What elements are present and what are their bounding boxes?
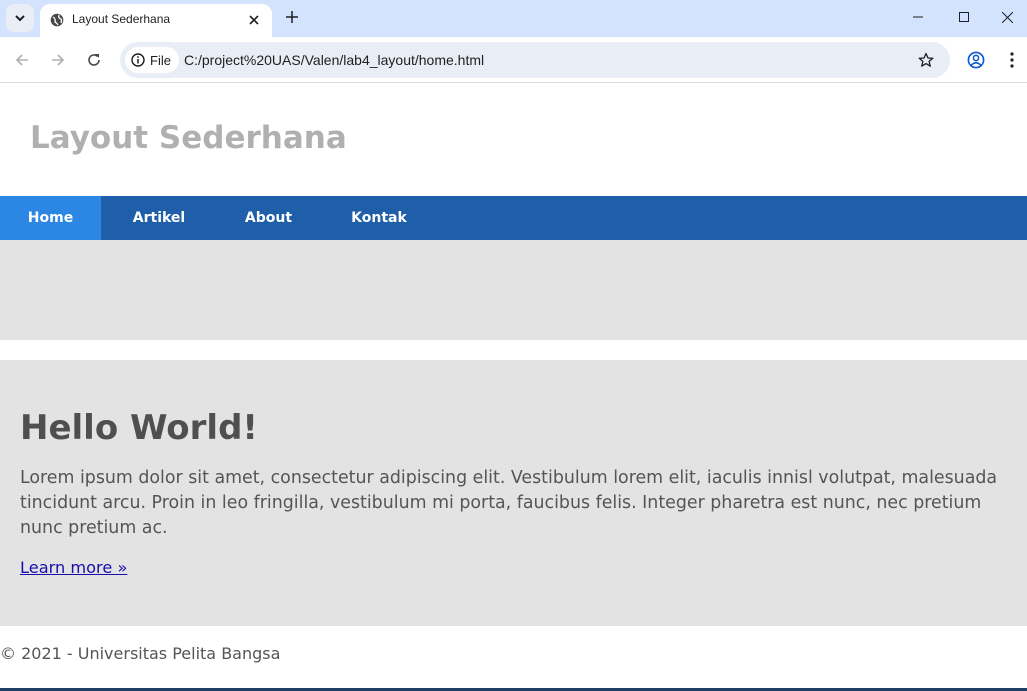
back-arrow-icon xyxy=(15,54,28,66)
nav-about[interactable]: About xyxy=(217,196,320,240)
star-icon xyxy=(918,52,934,67)
close-window-button[interactable] xyxy=(987,0,1027,34)
main-paragraph: Lorem ipsum dolor sit amet, consectetur … xyxy=(20,468,998,538)
profile-button[interactable] xyxy=(962,46,990,74)
info-icon xyxy=(131,53,145,67)
globe-icon xyxy=(50,13,64,27)
back-button[interactable] xyxy=(8,46,36,74)
maximize-icon xyxy=(959,12,969,22)
more-vert-icon xyxy=(1010,52,1014,68)
menu-button[interactable] xyxy=(998,46,1026,74)
tab-search-icon xyxy=(15,15,25,22)
tab-title: Layout Sederhana xyxy=(72,12,171,26)
close-window-icon xyxy=(1001,11,1013,23)
hero-panel xyxy=(0,240,1027,340)
site-nav: Home Artikel About Kontak xyxy=(0,196,1027,240)
site-header: Layout Sederhana xyxy=(0,84,1027,196)
tab-search-button[interactable] xyxy=(6,4,34,32)
nav-artikel[interactable]: Artikel xyxy=(106,196,212,240)
main-heading: Hello World! xyxy=(20,408,258,448)
tab-strip: Layout Sederhana xyxy=(0,0,1027,37)
address-bar[interactable]: File C:/project%20UAS/Valen/lab4_layout/… xyxy=(120,42,950,78)
browser-tab[interactable]: Layout Sederhana xyxy=(40,4,272,37)
site-info-label: File xyxy=(150,52,171,68)
minimize-button[interactable] xyxy=(895,0,941,34)
site-title: Layout Sederhana xyxy=(30,120,347,156)
tab-close-button[interactable] xyxy=(244,10,264,30)
reload-icon xyxy=(88,54,100,66)
new-tab-button[interactable] xyxy=(281,6,303,28)
bookmark-button[interactable] xyxy=(916,50,936,70)
browser-toolbar: File C:/project%20UAS/Valen/lab4_layout/… xyxy=(0,37,1027,83)
reload-button[interactable] xyxy=(80,46,108,74)
nav-kontak[interactable]: Kontak xyxy=(324,196,434,240)
site-footer: © 2021 - Universitas Pelita Bangsa xyxy=(0,626,1027,688)
footer-text: © 2021 - Universitas Pelita Bangsa xyxy=(0,644,281,663)
profile-icon xyxy=(967,51,985,69)
learn-more-link[interactable]: Learn more » xyxy=(20,558,127,577)
plus-icon xyxy=(286,11,298,23)
site-info-chip[interactable]: File xyxy=(125,47,179,73)
close-icon xyxy=(249,15,259,25)
page-viewport: Layout Sederhana Home Artikel About Kont… xyxy=(0,84,1027,691)
main-content: Hello World! Lorem ipsum dolor sit amet,… xyxy=(0,360,1027,626)
url-text[interactable]: C:/project%20UAS/Valen/lab4_layout/home.… xyxy=(184,52,484,68)
forward-button[interactable] xyxy=(44,46,72,74)
forward-arrow-icon xyxy=(52,54,65,66)
maximize-button[interactable] xyxy=(941,0,987,34)
minimize-icon xyxy=(913,16,923,18)
nav-home[interactable]: Home xyxy=(0,196,101,240)
